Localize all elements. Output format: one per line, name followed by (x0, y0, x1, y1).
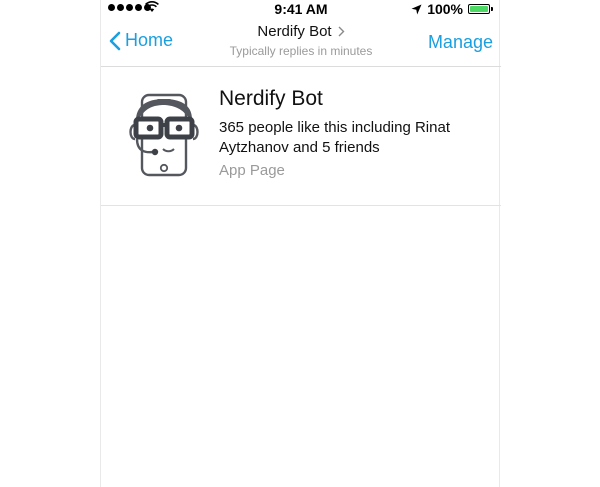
page-info: Nerdify Bot 365 people like this includi… (219, 87, 489, 179)
battery-fill (470, 6, 488, 12)
phone-screen: 9:41 AM 100% Home Nerdify Bot Typically … (100, 0, 501, 487)
nav-title-group[interactable]: Nerdify Bot Typically replies in minutes (201, 23, 401, 58)
chevron-right-icon (338, 26, 345, 37)
back-button-label: Home (125, 30, 174, 50)
location-arrow-icon (411, 4, 422, 14)
chevron-left-icon (109, 31, 121, 50)
manage-button[interactable]: Manage (428, 32, 493, 53)
likes-text: 365 people like this including Rinat Ayt… (219, 119, 450, 156)
back-button[interactable]: Home (109, 30, 173, 51)
navigation-bar: Home Nerdify Bot Typically replies in mi… (101, 18, 501, 67)
nav-title-text: Nerdify Bot (257, 23, 332, 40)
page-name: Nerdify Bot (219, 87, 323, 110)
nav-title[interactable]: Nerdify Bot (257, 23, 345, 40)
nerd-phone-avatar-icon (129, 93, 199, 177)
page-info-card[interactable]: Nerdify Bot 365 people like this includi… (101, 67, 501, 206)
page-type: App Page (219, 162, 285, 179)
status-bar: 9:41 AM 100% (101, 0, 501, 18)
battery-icon (468, 4, 493, 14)
battery-percent: 100% (427, 1, 463, 17)
nav-subtitle: Typically replies in minutes (229, 44, 373, 58)
status-right-group: 100% (411, 0, 493, 18)
